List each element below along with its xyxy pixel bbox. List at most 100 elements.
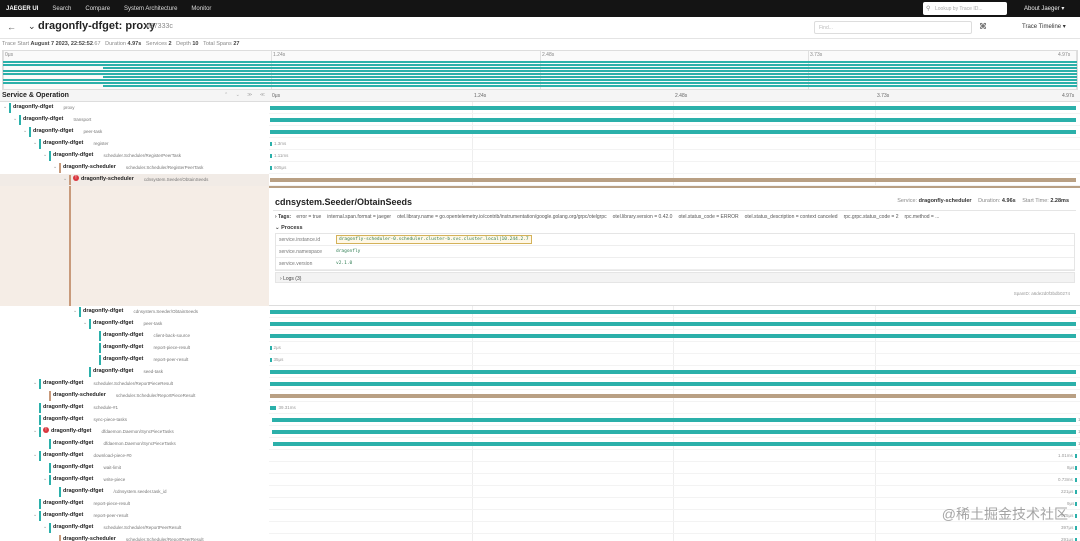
expand-chevron-icon[interactable]: ⌄ xyxy=(73,308,77,314)
expand-chevron-icon[interactable]: ⌄ xyxy=(33,428,37,434)
span-bar[interactable] xyxy=(270,406,277,410)
span-bar[interactable] xyxy=(1075,514,1077,518)
span-bar[interactable] xyxy=(270,334,1076,338)
span-name-cell[interactable]: ⌄! dragonfly-scheduler cdnsystem.Seeder/Ob… xyxy=(0,174,269,186)
span-name-cell[interactable]: dragonfly-dfget seed-task xyxy=(0,366,269,378)
span-name-cell[interactable]: dragonfly-dfget dfdaemon.Daemon/SyncPiece… xyxy=(0,438,269,450)
expand-chevron-icon[interactable]: ⌄ xyxy=(43,524,47,530)
span-row[interactable]: ⌄ dragonfly-dfget download-piece-#0 1.01ms xyxy=(0,450,1080,462)
span-bar[interactable] xyxy=(270,346,272,350)
expand-chevron-icon[interactable]: ⌄ xyxy=(53,164,57,170)
span-row[interactable]: dragonfly-dfget/cdnsystem.seeder.task_id… xyxy=(0,486,1080,498)
span-name-cell[interactable]: ⌄ dragonfly-dfget proxy xyxy=(0,102,269,114)
span-row[interactable]: dragonfly-scheduler scheduler.Scheduler/R… xyxy=(0,534,1080,541)
span-row[interactable]: dragonfly-dfget report-piece-result 2μs xyxy=(0,342,1080,354)
span-name-cell[interactable]: ⌄ dragonfly-dfget peer-task xyxy=(0,126,269,138)
span-name-cell[interactable]: dragonfly-scheduler scheduler.Scheduler/R… xyxy=(0,534,269,541)
span-row[interactable]: ⌄ dragonfly-dfget register 1.3ms xyxy=(0,138,1080,150)
span-row[interactable]: ⌄ dragonfly-dfget write-piece 0.73ms xyxy=(0,474,1080,486)
span-row[interactable]: ⌄ dragonfly-dfget transport xyxy=(0,114,1080,126)
span-bar[interactable] xyxy=(270,106,1076,110)
span-bar[interactable] xyxy=(1075,490,1077,494)
span-name-cell[interactable]: dragonfly-scheduler scheduler.Scheduler/R… xyxy=(0,390,269,402)
logs-toggle[interactable]: › Logs (3) xyxy=(275,272,1075,283)
span-name-cell[interactable]: dragonfly-dfget/cdnsystem.seeder.task_id xyxy=(0,486,269,498)
process-value[interactable]: dragonfly xyxy=(336,249,360,254)
span-name-cell[interactable]: dragonfly-dfget wait-limit xyxy=(0,462,269,474)
collapse-chevron-icon[interactable]: ⌄ xyxy=(28,21,36,32)
span-row[interactable]: dragonfly-dfgetsync-piece-tasks1s xyxy=(0,414,1080,426)
span-row[interactable]: ⌄! dragonfly-scheduler cdnsystem.Seeder/Ob… xyxy=(0,174,1080,186)
span-name-cell[interactable]: ⌄ dragonfly-scheduler scheduler.Scheduler/… xyxy=(0,162,269,174)
find-input[interactable]: Find... xyxy=(814,21,972,34)
span-bar[interactable] xyxy=(1075,466,1077,470)
span-name-cell[interactable]: ⌄ dragonfly-dfget scheduler.Scheduler/Repo… xyxy=(0,522,269,534)
process-value[interactable]: v2.1.0 xyxy=(336,261,352,266)
nav-system-architecture[interactable]: System Architecture xyxy=(117,6,184,12)
span-name-cell[interactable]: dragonfly-dfget client-back-source xyxy=(0,330,269,342)
expand-chevron-icon[interactable]: ⌄ xyxy=(33,380,37,386)
nav-monitor[interactable]: Monitor xyxy=(184,6,218,12)
span-bar[interactable] xyxy=(270,394,1076,398)
span-row[interactable]: dragonfly-dfget report-piece-result 9μs xyxy=(0,498,1080,510)
span-row[interactable]: dragonfly-dfget dfdaemon.Daemon/SyncPiece… xyxy=(0,438,1080,450)
span-name-cell[interactable]: ⌄ dragonfly-dfget download-piece-#0 xyxy=(0,450,269,462)
span-row[interactable]: ⌄ dragonfly-dfget report-peer-result 975μs xyxy=(0,510,1080,522)
span-bar[interactable] xyxy=(1075,478,1077,482)
span-name-cell[interactable]: ⌄ dragonfly-dfget register xyxy=(0,138,269,150)
span-name-cell[interactable]: ⌄ dragonfly-dfget write-piece xyxy=(0,474,269,486)
span-row[interactable]: ⌄ dragonfly-dfget peer-task xyxy=(0,126,1080,138)
span-name-cell[interactable]: ⌄ dragonfly-dfget transport xyxy=(0,114,269,126)
span-name-cell[interactable]: ⌄ dragonfly-dfget scheduler.Scheduler/Regi… xyxy=(0,150,269,162)
span-name-cell[interactable]: ⌄! dragonfly-dfget dfdaemon.Daemon/SyncPie… xyxy=(0,426,269,438)
expand-chevron-icon[interactable]: ⌄ xyxy=(13,116,17,122)
span-bar[interactable] xyxy=(270,130,1076,134)
span-bar[interactable] xyxy=(272,430,1076,434)
span-bar[interactable] xyxy=(270,358,272,362)
span-name-cell[interactable]: ⌄ dragonfly-dfget report-peer-result xyxy=(0,510,269,522)
span-row[interactable]: dragonfly-dfget report-peer-result 35μs xyxy=(0,354,1080,366)
span-row[interactable]: ⌄ dragonfly-dfget peer-task xyxy=(0,318,1080,330)
span-row[interactable]: dragonfly-dfget schedule-#1 39.31ms xyxy=(0,402,1080,414)
span-bar[interactable] xyxy=(271,418,1076,422)
span-row[interactable]: ⌄ dragonfly-dfget cdnsystem.Seeder/ObtainS… xyxy=(0,306,1080,318)
keyboard-shortcuts-icon[interactable]: ⌘ xyxy=(979,22,987,31)
span-row[interactable]: ⌄ dragonfly-dfget scheduler.Scheduler/Repo… xyxy=(0,522,1080,534)
brand-logo[interactable]: JAEGER UI xyxy=(0,6,45,12)
span-row[interactable]: ⌄ dragonfly-dfget scheduler.Scheduler/Repo… xyxy=(0,378,1080,390)
span-bar[interactable] xyxy=(1075,526,1077,530)
span-name-cell[interactable]: dragonfly-dfget report-peer-result xyxy=(0,354,269,366)
expand-chevron-icon[interactable]: ⌄ xyxy=(33,140,37,146)
span-bar[interactable] xyxy=(270,178,1076,182)
span-row[interactable]: ⌄ dragonfly-dfget proxy xyxy=(0,102,1080,114)
detail-tags[interactable]: › Tags: error = true internal.span.format… xyxy=(275,214,945,220)
span-name-cell[interactable]: dragonfly-dfget report-piece-result xyxy=(0,498,269,510)
span-row[interactable]: ⌄ dragonfly-scheduler scheduler.Scheduler/… xyxy=(0,162,1080,174)
span-bar[interactable] xyxy=(270,154,272,158)
span-row[interactable]: dragonfly-dfget wait-limit 8μs xyxy=(0,462,1080,474)
span-row[interactable]: ⌄! dragonfly-dfget dfdaemon.Daemon/SyncPie… xyxy=(0,426,1080,438)
tags-toggle[interactable]: › Tags: xyxy=(275,214,291,220)
span-bar[interactable] xyxy=(270,382,1076,386)
span-name-cell[interactable]: dragonfly-dfget report-piece-result xyxy=(0,342,269,354)
span-bar[interactable] xyxy=(270,310,1076,314)
span-bar[interactable] xyxy=(1075,454,1077,458)
span-row[interactable]: dragonfly-dfget client-back-source xyxy=(0,330,1080,342)
span-row[interactable]: ⌄ dragonfly-dfget scheduler.Scheduler/Regi… xyxy=(0,150,1080,162)
back-arrow-icon[interactable]: ← xyxy=(7,22,16,32)
process-toggle[interactable]: ⌄ Process xyxy=(275,225,303,231)
expand-chevron-icon[interactable]: ⌄ xyxy=(83,320,87,326)
span-row[interactable]: dragonfly-dfget seed-task xyxy=(0,366,1080,378)
expand-chevron-icon[interactable]: ⌄ xyxy=(63,176,67,182)
view-mode-dropdown[interactable]: Trace Timeline ▾ xyxy=(1022,23,1066,30)
trace-lookup-input[interactable]: ⚲ Lookup by Trace ID... xyxy=(923,2,1007,15)
span-bar[interactable] xyxy=(270,370,1076,374)
expand-chevron-icon[interactable]: ⌄ xyxy=(33,512,37,518)
span-bar[interactable] xyxy=(270,322,1076,326)
nav-compare[interactable]: Compare xyxy=(78,6,117,12)
process-value[interactable]: dragonfly-scheduler-0.scheduler.cluster-… xyxy=(336,235,532,244)
nav-search[interactable]: Search xyxy=(45,6,78,12)
collapse-controls[interactable]: ⌃ ⌄ ≫ ≪ xyxy=(224,92,268,98)
expand-chevron-icon[interactable]: ⌄ xyxy=(23,128,27,134)
span-bar[interactable] xyxy=(1075,502,1077,506)
